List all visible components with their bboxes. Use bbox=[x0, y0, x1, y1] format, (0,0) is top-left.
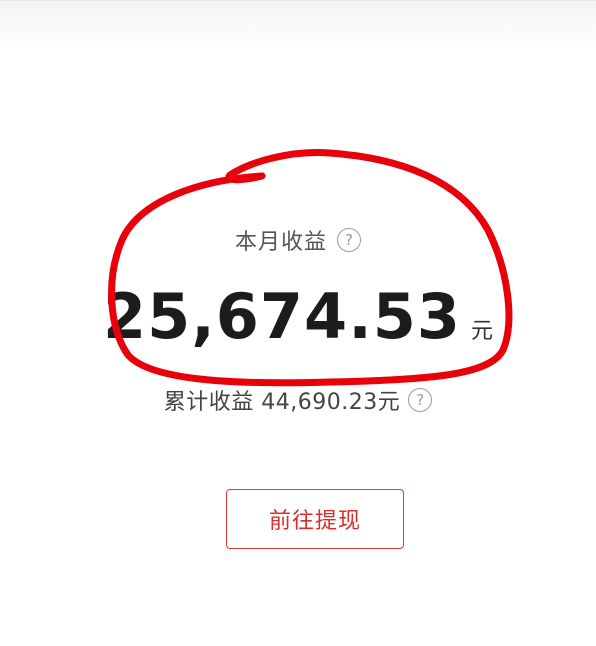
withdraw-button[interactable]: 前往提现 bbox=[226, 489, 404, 549]
total-earnings-text: 累计收益 44,690.23元 bbox=[163, 390, 401, 415]
monthly-earnings-unit: 元 bbox=[471, 319, 494, 344]
monthly-earnings-value: 25,674.53 bbox=[102, 280, 462, 353]
total-earnings-help-icon[interactable]: ? bbox=[408, 388, 433, 412]
monthly-earnings-label: 本月收益 bbox=[234, 230, 327, 255]
monthly-earnings-amount: 25,674.53 元 bbox=[0, 280, 596, 366]
monthly-earnings-header: 本月收益 ? bbox=[0, 222, 596, 258]
total-earnings-row: 累计收益 44,690.23元 ? bbox=[0, 382, 596, 418]
top-divider bbox=[0, 0, 596, 49]
monthly-earnings-help-icon[interactable]: ? bbox=[337, 228, 361, 252]
